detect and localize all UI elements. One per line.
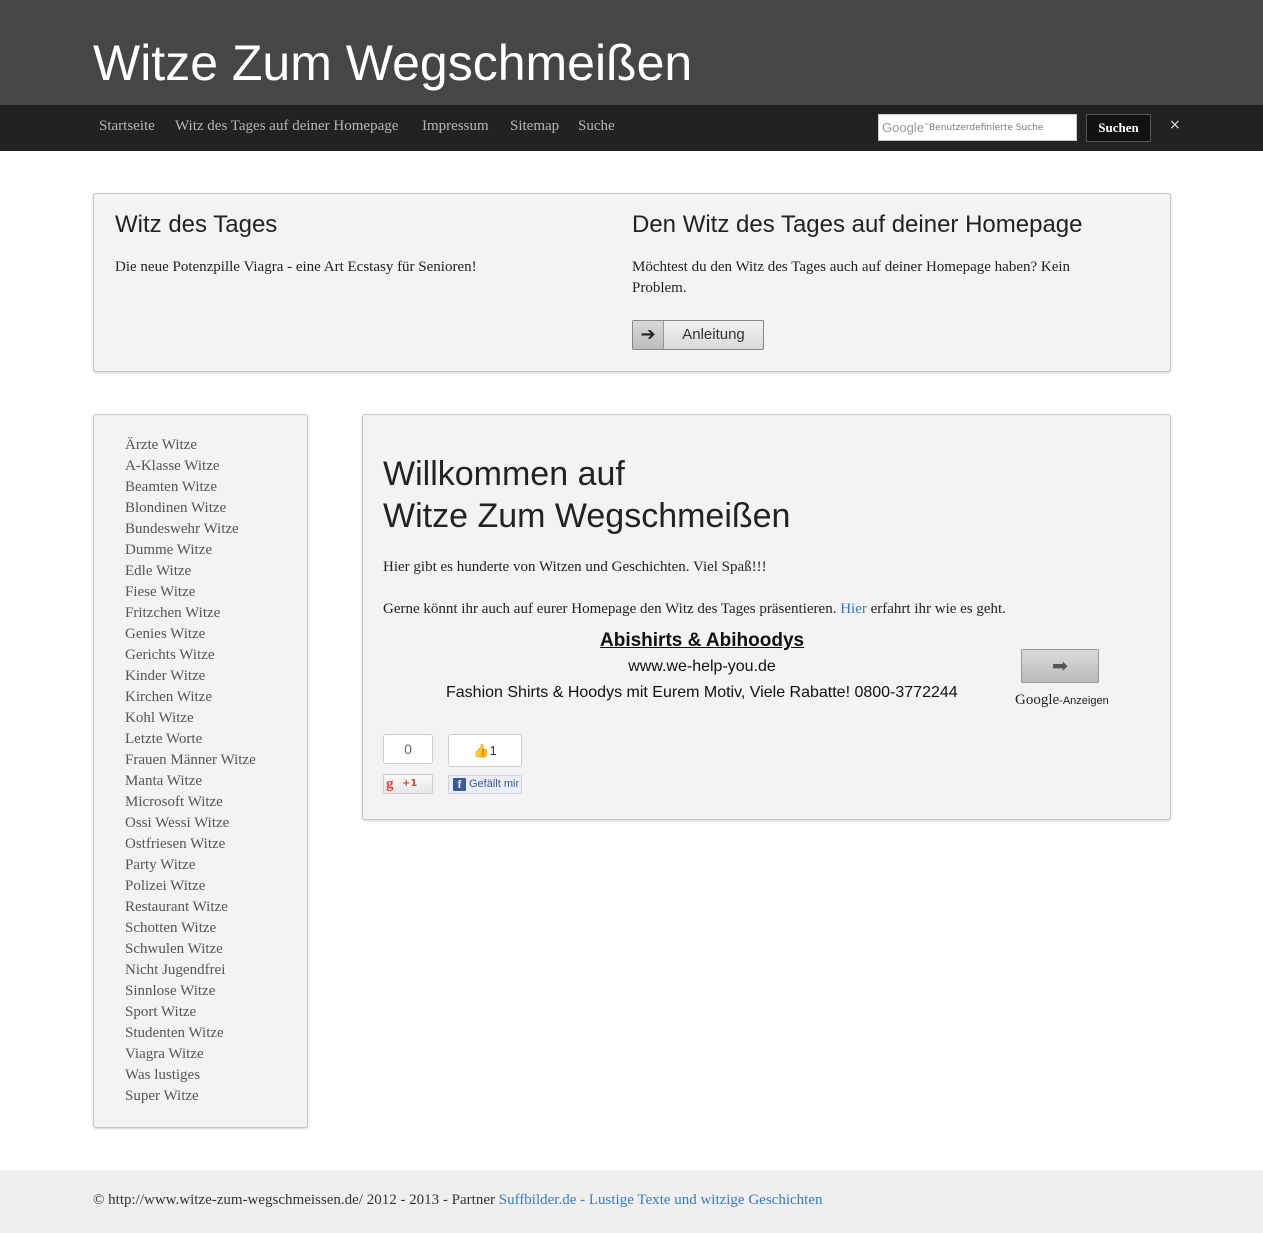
category-link[interactable]: Kinder Witze: [125, 666, 256, 687]
gplus-button[interactable]: g +1: [383, 774, 433, 794]
gplus-count: 0: [383, 734, 433, 764]
ad-url-link[interactable]: www.we-help-you.de: [600, 658, 804, 676]
category-link[interactable]: Beamten Witze: [125, 477, 256, 498]
category-link[interactable]: Manta Witze: [125, 771, 256, 792]
site-title[interactable]: Witze Zum Wegschmeißen: [93, 34, 692, 92]
nav-witz-des-tages-homepage[interactable]: Witz des Tages auf deiner Homepage: [175, 118, 398, 135]
footer-copyright: © http://www.witze-zum-wegschmeissen.de/…: [93, 1192, 495, 1208]
nav-impressum[interactable]: Impressum: [422, 118, 489, 135]
category-link[interactable]: Ostfriesen Witze: [125, 834, 256, 855]
fb-like-count: 👍1: [448, 734, 522, 767]
ad-arrow-button[interactable]: ➡: [1021, 649, 1099, 683]
category-link[interactable]: Genies Witze: [125, 624, 256, 645]
category-list: Ärzte Witze A-Klasse Witze Beamten Witze Bl…: [125, 435, 256, 1107]
category-link[interactable]: Sport Witze: [125, 1002, 256, 1023]
anzeigen-label: -Anzeigen: [1059, 695, 1109, 707]
intro-text: Hier gibt es hunderte von Witzen und Ges…: [383, 559, 767, 575]
site-header: Witze Zum Wegschmeißen: [0, 0, 1263, 105]
category-link[interactable]: Schwulen Witze: [125, 939, 256, 960]
nav-suche[interactable]: Suche: [578, 118, 615, 135]
category-link[interactable]: Was lustiges: [125, 1065, 256, 1086]
fb-like-label: Gefällt mir: [469, 778, 520, 790]
category-link[interactable]: Frauen Männer Witze: [125, 750, 256, 771]
share-text-prefix: Gerne könnt ihr auch auf eurer Homepage …: [383, 601, 837, 617]
search-button[interactable]: Suchen: [1086, 114, 1151, 142]
share-hier-link[interactable]: Hier: [840, 601, 867, 617]
category-link[interactable]: Blondinen Witze: [125, 498, 256, 519]
share-text-suffix: erfahrt ihr wie es geht.: [870, 601, 1006, 617]
category-link[interactable]: Letzte Worte: [125, 729, 256, 750]
category-link[interactable]: Fritzchen Witze: [125, 603, 256, 624]
gplus-icon: g: [386, 776, 394, 792]
google-logo: Google: [1015, 692, 1060, 708]
gplus-label: +1: [402, 778, 418, 789]
category-link[interactable]: Dumme Witze: [125, 540, 256, 561]
share-text: Gerne könnt ihr auch auf eurer Homepage …: [383, 599, 1006, 620]
category-link[interactable]: Kirchen Witze: [125, 687, 256, 708]
footer-text: © http://www.witze-zum-wegschmeissen.de/…: [93, 1192, 822, 1209]
category-link[interactable]: Ossi Wessi Witze: [125, 813, 256, 834]
ad-text: Fashion Shirts & Hoodys mit Eurem Motiv,…: [446, 684, 958, 701]
category-link[interactable]: Polizei Witze: [125, 876, 256, 897]
welcome-heading-line2: Witze Zum Wegschmeißen: [383, 497, 791, 535]
welcome-heading-line1: Willkommen auf: [383, 455, 625, 493]
category-link[interactable]: Nicht Jugendfrei: [125, 960, 256, 981]
arrow-right-icon: ➔: [633, 321, 664, 349]
witz-des-tages-heading: Witz des Tages: [115, 211, 278, 238]
anleitung-button[interactable]: ➔ Anleitung: [632, 320, 764, 350]
homepage-widget-text: Möchtest du den Witz des Tages auch auf …: [632, 259, 1071, 296]
category-link[interactable]: Kohl Witze: [125, 708, 256, 729]
anleitung-button-label: Anleitung: [682, 326, 745, 343]
facebook-icon: f: [453, 778, 466, 791]
category-link[interactable]: Fiese Witze: [125, 582, 256, 603]
category-link[interactable]: A-Klasse Witze: [125, 456, 256, 477]
site-footer: © http://www.witze-zum-wegschmeissen.de/…: [0, 1170, 1263, 1233]
arrow-right-icon: ➡: [1052, 655, 1068, 677]
google-anzeigen-link[interactable]: Google-Anzeigen: [1015, 692, 1109, 709]
thumbs-up-icon: 👍: [473, 743, 490, 758]
search-box: Google™: [878, 114, 1077, 141]
homepage-widget-heading: Den Witz des Tages auf deiner Homepage: [632, 211, 1083, 238]
search-input[interactable]: [929, 118, 1069, 137]
ad-title-link[interactable]: Abishirts & Abihoodys: [600, 630, 804, 652]
category-link[interactable]: Party Witze: [125, 855, 256, 876]
fb-like-button[interactable]: f Gefällt mir: [448, 775, 522, 794]
category-link[interactable]: Gerichts Witze: [125, 645, 256, 666]
category-link[interactable]: Ärzte Witze: [125, 435, 256, 456]
category-link[interactable]: Super Witze: [125, 1086, 256, 1107]
witz-des-tages-text: Die neue Potenzpille Viagra - eine Art E…: [115, 259, 477, 275]
category-link[interactable]: Microsoft Witze: [125, 792, 256, 813]
nav-sitemap[interactable]: Sitemap: [510, 118, 559, 135]
category-link[interactable]: Schotten Witze: [125, 918, 256, 939]
google-logo: Google™: [882, 120, 929, 135]
close-icon[interactable]: ×: [1169, 117, 1181, 133]
category-link[interactable]: Restaurant Witze: [125, 897, 256, 918]
category-link[interactable]: Edle Witze: [125, 561, 256, 582]
nav-startseite[interactable]: Startseite: [99, 118, 155, 135]
fb-like-count-value: 1: [489, 743, 497, 758]
category-link[interactable]: Sinnlose Witze: [125, 981, 256, 1002]
category-link[interactable]: Bundeswehr Witze: [125, 519, 256, 540]
category-link[interactable]: Viagra Witze: [125, 1044, 256, 1065]
footer-partner-link[interactable]: Suffbilder.de - Lustige Texte und witzig…: [499, 1192, 823, 1208]
category-link[interactable]: Studenten Witze: [125, 1023, 256, 1044]
